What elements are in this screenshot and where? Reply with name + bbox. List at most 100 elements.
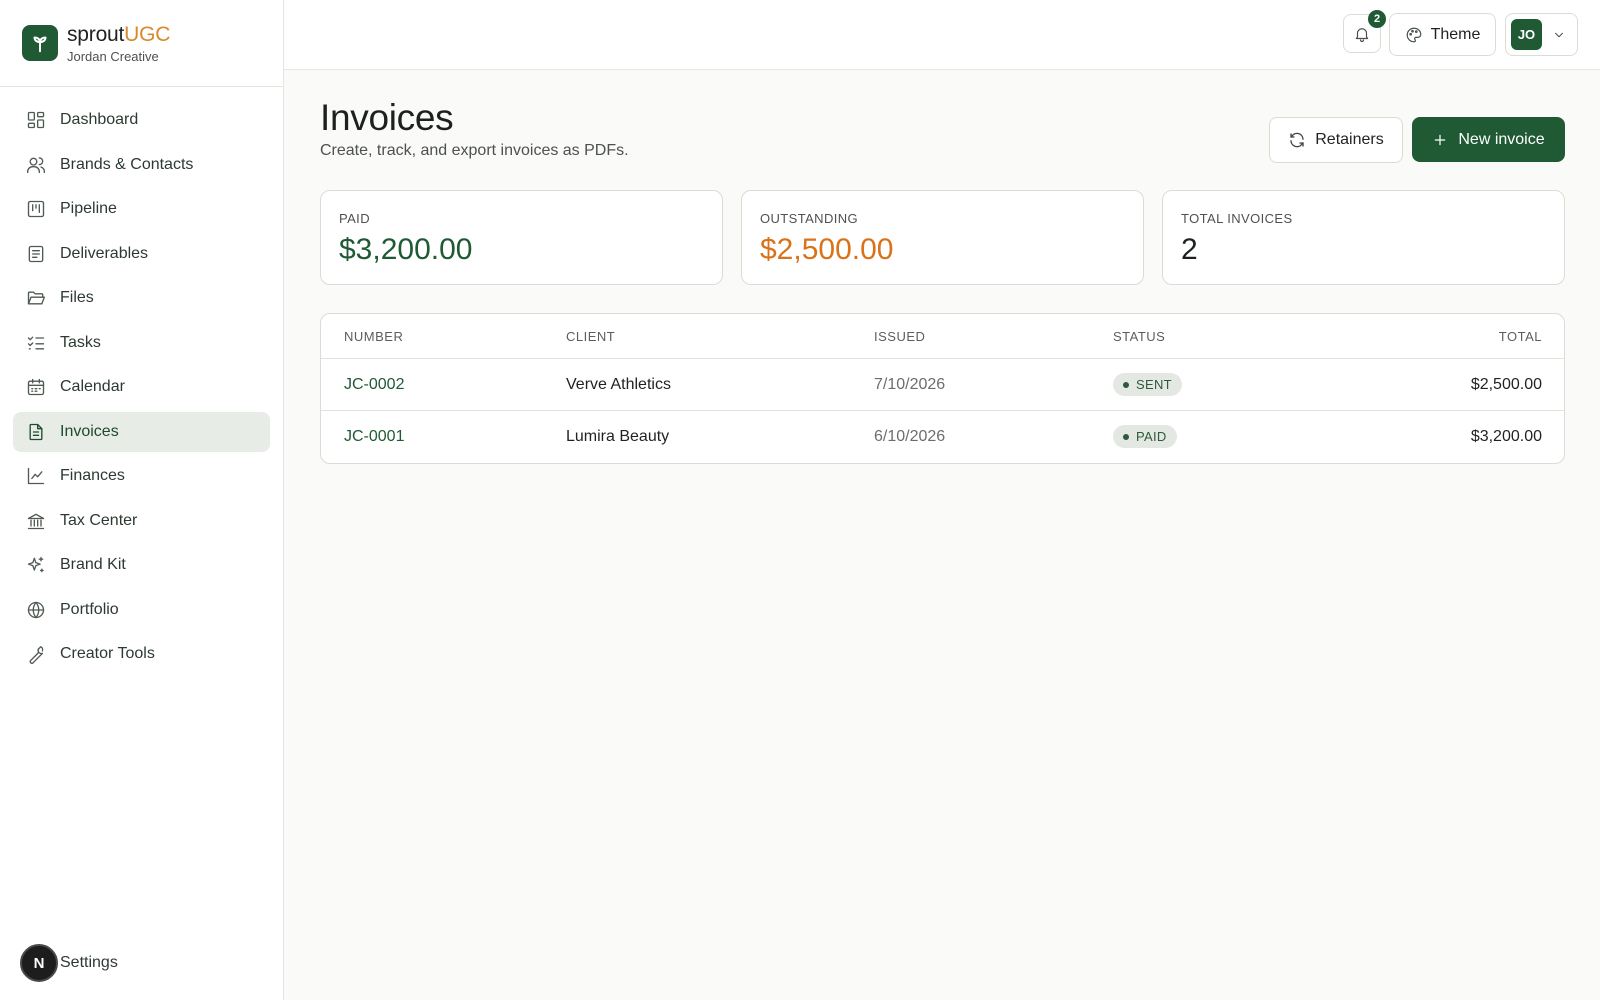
table-row[interactable]: JC-0002 Verve Athletics 7/10/2026 SENT $… bbox=[321, 359, 1564, 411]
refresh-icon bbox=[1288, 131, 1306, 149]
invoices-table: NUMBER CLIENT ISSUED STATUS TOTAL JC-000… bbox=[320, 313, 1565, 464]
stat-value-total-invoices: 2 bbox=[1181, 233, 1198, 266]
workspace-name: Jordan Creative bbox=[67, 48, 159, 64]
brand-name-accent: UGC bbox=[124, 22, 171, 46]
status-label: SENT bbox=[1136, 377, 1172, 392]
user-avatar[interactable]: N bbox=[20, 944, 58, 982]
clipboard-icon bbox=[26, 244, 46, 264]
invoice-icon bbox=[26, 422, 46, 442]
notification-count-badge: 2 bbox=[1368, 10, 1386, 28]
table-header: NUMBER CLIENT ISSUED STATUS TOTAL bbox=[321, 314, 1564, 359]
theme-label: Theme bbox=[1430, 25, 1481, 43]
wrench-icon bbox=[26, 644, 46, 664]
new-invoice-label: New invoice bbox=[1458, 130, 1545, 148]
sidebar-item-label: Brands & Contacts bbox=[60, 155, 194, 173]
page-subtitle: Create, track, and export invoices as PD… bbox=[320, 142, 629, 159]
invoice-total: $3,200.00 bbox=[1470, 428, 1542, 445]
stat-label: OUTSTANDING bbox=[760, 211, 859, 226]
stat-value-paid: $3,200.00 bbox=[339, 233, 473, 266]
sidebar-item-invoices[interactable]: Invoices bbox=[13, 411, 270, 452]
brand-name-primary: sprout bbox=[67, 22, 125, 46]
page-title: Invoices bbox=[320, 97, 454, 138]
user-menu-button[interactable]: JO bbox=[1505, 13, 1578, 56]
notifications-button[interactable]: 2 bbox=[1343, 10, 1386, 53]
topbar: 2 Theme JO bbox=[284, 0, 1600, 70]
invoice-number-link[interactable]: JC-0001 bbox=[344, 428, 404, 446]
sidebar-item-portfolio[interactable]: Portfolio bbox=[13, 590, 270, 630]
status-dot-icon bbox=[1123, 433, 1129, 440]
brand-header[interactable]: sproutUGC Jordan Creative bbox=[0, 0, 283, 87]
sidebar-item-label: Files bbox=[60, 289, 94, 306]
sidebar-item-deliverables[interactable]: Deliverables bbox=[13, 234, 270, 274]
sidebar-item-label: Calendar bbox=[60, 378, 125, 395]
folder-icon bbox=[26, 288, 46, 308]
invoice-client: Lumira Beauty bbox=[566, 428, 670, 445]
plus-icon bbox=[1432, 132, 1448, 148]
sidebar-item-tax-center[interactable]: Tax Center bbox=[13, 501, 270, 541]
chevron-down-icon bbox=[1552, 28, 1566, 42]
sparkles-icon bbox=[26, 555, 46, 575]
bank-icon bbox=[26, 511, 46, 531]
invoice-issued-date: 7/10/2026 bbox=[874, 376, 946, 393]
dashboard-icon bbox=[26, 110, 46, 130]
invoice-number-link[interactable]: JC-0002 bbox=[344, 376, 404, 394]
stat-label: PAID bbox=[339, 211, 370, 226]
sidebar-item-pipeline[interactable]: Pipeline bbox=[13, 189, 270, 229]
stat-card-paid: PAID $3,200.00 bbox=[320, 190, 723, 285]
users-icon bbox=[26, 155, 46, 175]
sidebar-item-calendar[interactable]: Calendar bbox=[13, 367, 270, 407]
sidebar-item-label: Finances bbox=[60, 467, 125, 484]
stat-card-total-invoices: TOTAL INVOICES 2 bbox=[1162, 190, 1565, 285]
retainers-label: Retainers bbox=[1315, 131, 1384, 148]
sidebar-item-brands-contacts[interactable]: Brands & Contacts bbox=[13, 145, 270, 185]
globe-icon bbox=[26, 600, 46, 620]
chart-line-icon bbox=[26, 466, 46, 486]
status-dot-icon bbox=[1123, 381, 1129, 388]
sidebar-item-label: Creator Tools bbox=[60, 645, 155, 662]
sidebar-item-label: Deliverables bbox=[60, 244, 149, 262]
invoice-issued-date: 6/10/2026 bbox=[874, 428, 946, 445]
sidebar-item-tasks[interactable]: Tasks bbox=[13, 323, 270, 363]
sidebar: sproutUGC Jordan Creative Dashboard Bran… bbox=[0, 0, 284, 1000]
sidebar-item-dashboard[interactable]: Dashboard bbox=[13, 100, 270, 140]
settings-link[interactable]: N Settings bbox=[20, 944, 118, 982]
calendar-icon bbox=[26, 377, 46, 397]
sidebar-item-label: Brand Kit bbox=[60, 556, 126, 573]
sidebar-item-label: Tasks bbox=[60, 333, 101, 351]
sidebar-item-brand-kit[interactable]: Brand Kit bbox=[13, 545, 270, 585]
theme-button[interactable]: Theme bbox=[1389, 13, 1496, 56]
column-header-issued[interactable]: ISSUED bbox=[874, 329, 925, 344]
retainers-button[interactable]: Retainers bbox=[1269, 117, 1403, 163]
sidebar-item-label: Portfolio bbox=[60, 600, 119, 618]
bell-icon bbox=[1353, 25, 1371, 43]
status-badge: PAID bbox=[1113, 425, 1177, 448]
invoice-total: $2,500.00 bbox=[1470, 376, 1542, 393]
stat-label: TOTAL INVOICES bbox=[1181, 211, 1293, 226]
column-header-number[interactable]: NUMBER bbox=[344, 329, 403, 344]
column-header-status[interactable]: STATUS bbox=[1113, 329, 1165, 344]
sidebar-nav: Dashboard Brands & Contacts Pipeline Del… bbox=[0, 87, 283, 674]
table-row[interactable]: JC-0001 Lumira Beauty 6/10/2026 PAID $3,… bbox=[321, 411, 1564, 463]
brand-name: sproutUGC bbox=[67, 23, 170, 47]
invoice-client: Verve Athletics bbox=[566, 376, 671, 393]
checklist-icon bbox=[26, 333, 46, 353]
stat-card-outstanding: OUTSTANDING $2,500.00 bbox=[741, 190, 1144, 285]
stat-value-outstanding: $2,500.00 bbox=[760, 233, 894, 266]
sidebar-item-label: Invoices bbox=[60, 422, 119, 440]
status-label: PAID bbox=[1136, 429, 1167, 444]
settings-label: Settings bbox=[60, 954, 118, 971]
user-avatar-initials: JO bbox=[1511, 19, 1542, 50]
sidebar-item-files[interactable]: Files bbox=[13, 278, 270, 318]
palette-icon bbox=[1405, 26, 1423, 44]
sidebar-item-label: Dashboard bbox=[60, 111, 139, 128]
column-header-total[interactable]: TOTAL bbox=[1499, 329, 1542, 344]
sprout-logo-icon bbox=[22, 25, 58, 61]
sidebar-item-label: Pipeline bbox=[60, 200, 117, 217]
status-badge: SENT bbox=[1113, 373, 1182, 396]
kanban-icon bbox=[26, 199, 46, 219]
sidebar-item-label: Tax Center bbox=[60, 511, 138, 529]
sidebar-item-creator-tools[interactable]: Creator Tools bbox=[13, 634, 270, 674]
new-invoice-button[interactable]: New invoice bbox=[1412, 117, 1565, 162]
sidebar-item-finances[interactable]: Finances bbox=[13, 456, 270, 496]
column-header-client[interactable]: CLIENT bbox=[566, 329, 615, 344]
